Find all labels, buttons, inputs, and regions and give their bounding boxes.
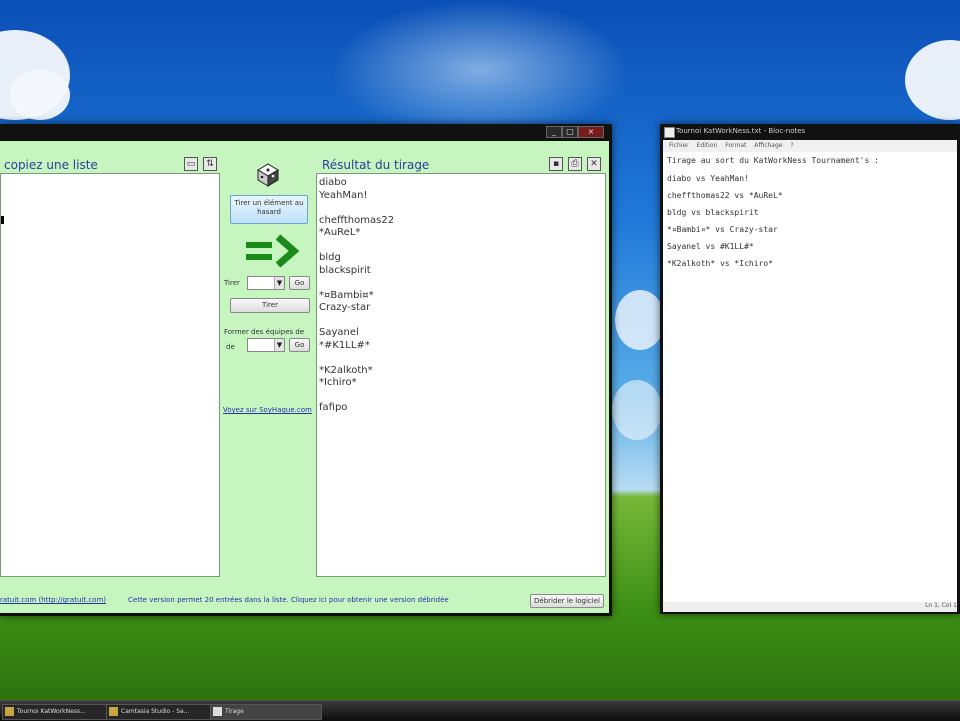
notepad-line: Tirage au sort du KatWorkNess Tournament… — [667, 156, 879, 165]
tirer-button[interactable]: Tirer — [230, 298, 310, 313]
notepad-line: *¤Bambi¤* vs Crazy-star — [667, 225, 778, 234]
taskbar-item-tirage[interactable]: Tirage — [210, 704, 322, 720]
footer-link[interactable]: ratuit.com (http://gratuit.com) — [0, 596, 106, 604]
taskbar: Tournoi KatWorkNess... Camtasia Studio -… — [0, 700, 960, 721]
tirer-label: Tirer — [224, 279, 240, 287]
notepad-line: *K2alkoth* vs *Ichiro* — [667, 259, 773, 268]
taskbar-label: Camtasia Studio - Sa... — [121, 708, 190, 715]
print-icon[interactable]: ⎙ — [568, 157, 582, 171]
notepad-line: cheffthomas22 vs *AuReL* — [667, 191, 783, 200]
random-draw-window: _ □ × copiez une liste ▭ ⇅ Tirer un élém… — [0, 124, 612, 616]
result-line: YeahMan! — [319, 189, 368, 201]
sort-icon[interactable]: ⇅ — [203, 157, 217, 171]
window-titlebar[interactable]: _ □ × — [0, 124, 612, 140]
menu-affichage[interactable]: Affichage — [754, 142, 782, 149]
result-line — [319, 315, 603, 328]
result-line — [319, 277, 603, 290]
teams-of-label: de — [226, 343, 235, 351]
result-line — [319, 352, 603, 365]
notepad-line: bldg vs blackspirit — [667, 208, 759, 217]
result-line — [319, 390, 603, 403]
taskbar-item-notepad[interactable]: Tournoi KatWorkNess... — [2, 704, 114, 720]
notepad-line: Sayanel vs #K1LL#* — [667, 242, 754, 251]
result-line: diabo — [319, 177, 347, 188]
unlock-button[interactable]: Débrider le logiciel — [530, 594, 604, 608]
notepad-menu: Fichier Edition Format Affichage ? — [663, 140, 957, 152]
footer-note[interactable]: Cette version permet 20 entrées dans la … — [128, 596, 449, 604]
notepad-title: Tournoi KatWorkNess.txt - Bloc-notes — [676, 127, 806, 135]
result-line: cheffthomas22 — [319, 214, 395, 226]
arrow-icon — [244, 233, 300, 269]
result-line: Crazy-star — [319, 302, 371, 313]
result-line: *¤Bambi¤* — [319, 289, 374, 301]
result-line: *AuReL* — [319, 227, 361, 238]
notepad-editor[interactable]: Tirage au sort du KatWorkNess Tournament… — [663, 152, 957, 602]
taskbar-label: Tournoi KatWorkNess... — [17, 708, 86, 715]
save-icon[interactable]: ▪ — [549, 157, 563, 171]
tirer-go-button[interactable]: Go — [289, 276, 310, 290]
menu-help[interactable]: ? — [790, 142, 793, 149]
result-line: fafipo — [319, 402, 348, 413]
open-folder-icon[interactable]: ▭ — [184, 157, 198, 171]
input-list[interactable] — [0, 173, 220, 577]
taskbar-item-camtasia[interactable]: Camtasia Studio - Sa... — [106, 704, 218, 720]
result-line — [319, 240, 603, 253]
notepad-statusbar: Ln 1, Col 1 — [663, 602, 957, 612]
notepad-icon — [664, 127, 675, 138]
tirer-count-select[interactable]: ▼ — [247, 276, 285, 290]
result-line: bldg — [319, 252, 341, 263]
notepad-line: diabo vs YeahMan! — [667, 174, 749, 183]
team-size-select[interactable]: ▼ — [247, 338, 285, 352]
teams-go-button[interactable]: Go — [289, 338, 310, 352]
minimize-button[interactable]: _ — [546, 126, 562, 138]
result-line — [319, 202, 603, 215]
result-line: blackspirit — [319, 264, 371, 276]
site-link[interactable]: Voyez sur SoyHaque.com — [223, 406, 312, 414]
taskbar-label: Tirage — [225, 708, 244, 715]
text-cursor — [1, 216, 4, 224]
teams-label: Former des équipes de — [224, 328, 305, 336]
app-client-area: copiez une liste ▭ ⇅ Tirer un élément au… — [0, 141, 609, 613]
folder-icon — [109, 707, 118, 716]
app-icon — [213, 707, 222, 716]
menu-fichier[interactable]: Fichier — [669, 142, 689, 149]
notepad-icon — [5, 707, 14, 716]
menu-edition[interactable]: Edition — [697, 142, 718, 149]
maximize-button[interactable]: □ — [562, 126, 578, 138]
menu-format[interactable]: Format — [725, 142, 746, 149]
result-line: Sayanel — [319, 327, 359, 338]
right-panel-title: Résultat du tirage — [322, 158, 430, 172]
result-line: *K2alkoth* — [319, 364, 373, 376]
result-line: *Ichiro* — [319, 377, 357, 388]
dice-icon — [255, 161, 281, 187]
close-button[interactable]: × — [578, 126, 604, 138]
clear-icon[interactable]: ✕ — [587, 157, 601, 171]
notepad-window: Tournoi KatWorkNess.txt - Bloc-notes Fic… — [660, 124, 960, 614]
pick-random-button[interactable]: Tirer un élément au hasard — [230, 195, 308, 224]
result-line: *#K1LL#* — [319, 339, 370, 351]
left-panel-title: copiez une liste — [4, 158, 98, 172]
results-list[interactable]: diabo YeahMan! cheffthomas22 *AuReL* bldg bla… — [316, 173, 606, 577]
